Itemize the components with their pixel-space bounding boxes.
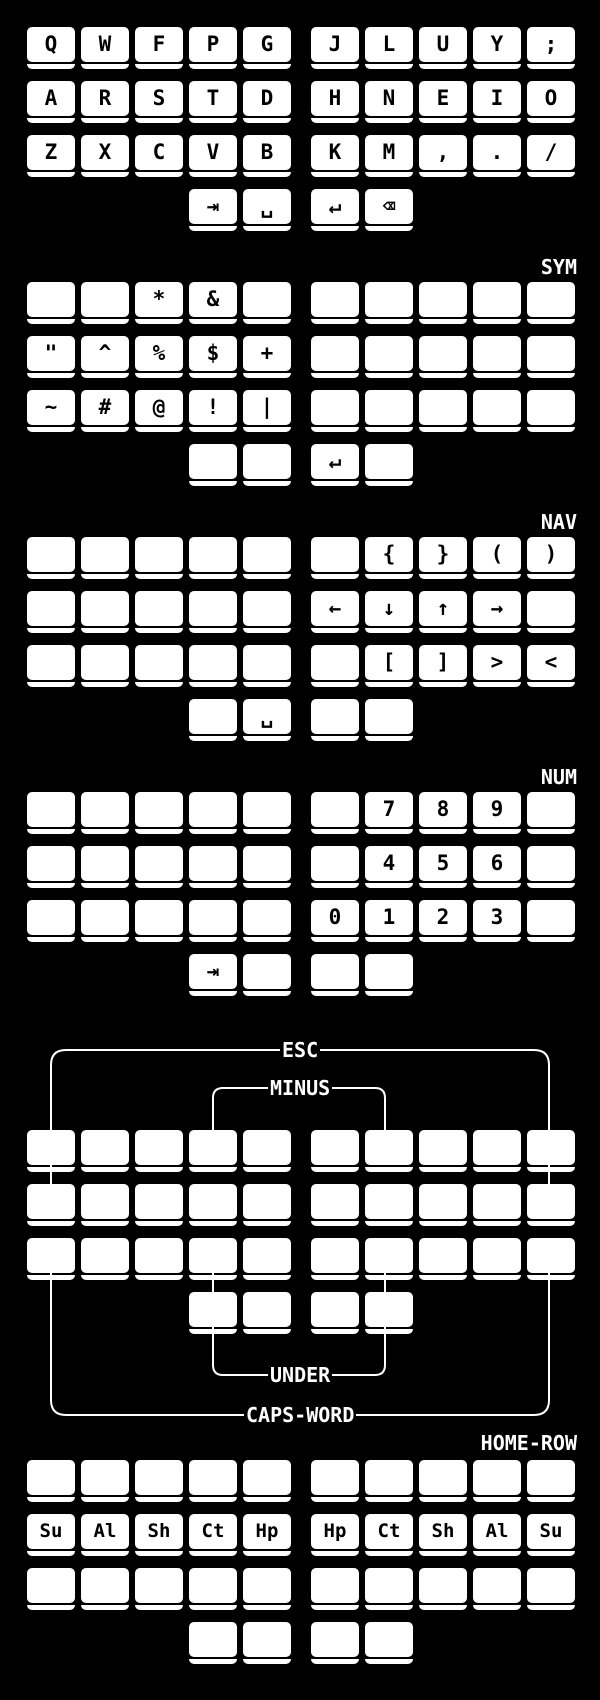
combo-label-minus: MINUS (268, 1076, 333, 1100)
combo-label-esc: ESC (280, 1038, 321, 1062)
caps-word-combo-line (50, 1253, 550, 1416)
combo-connectors (50, 1049, 550, 1416)
keymap-canvas: Q W F P G J L U Y; A R S T D H N E I O Z X C V B K M,. / ⇥ ␣ ↵ ⌫ * & " ^% $… (0, 0, 600, 1700)
esc-combo-line (50, 1049, 550, 1205)
under-combo-line (212, 1253, 386, 1376)
combo-label-under: UNDER (268, 1363, 333, 1387)
combo-label-caps-word: CAPS-WORD (244, 1403, 357, 1427)
